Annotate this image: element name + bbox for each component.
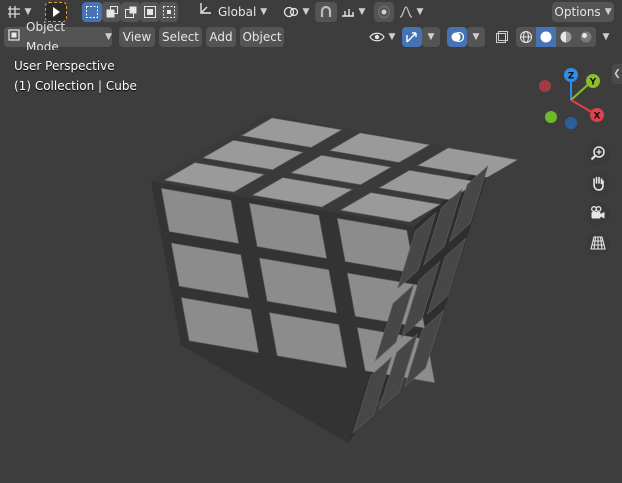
proportional-edit-button[interactable]: [374, 2, 394, 22]
select-mode-subtract-button[interactable]: [121, 2, 140, 22]
grid-icon: [7, 5, 21, 19]
rendered-icon: [579, 30, 593, 44]
xray-toggle-button[interactable]: [492, 27, 512, 47]
gizmo-dropdown[interactable]: ▼: [422, 27, 440, 47]
solid-icon: [539, 30, 553, 44]
chevron-down-icon: ▼: [604, 7, 612, 17]
gizmo-icon: [405, 30, 419, 44]
gizmo-toggle-button[interactable]: [402, 27, 422, 47]
chevron-down-icon: ▼: [302, 7, 310, 17]
snap-toggle-button[interactable]: [315, 2, 337, 22]
object-mode-dropdown[interactable]: Object Mode ▼: [4, 20, 112, 54]
menu-object-label: Object: [242, 30, 282, 44]
magnet-icon: [319, 5, 333, 19]
chevron-down-icon: ▼: [105, 32, 112, 42]
options-dropdown[interactable]: Options ▼: [552, 2, 614, 22]
chevron-down-icon: ▼: [602, 32, 610, 42]
menu-select[interactable]: Select: [159, 27, 202, 47]
chevron-down-icon: ▼: [388, 32, 396, 42]
menu-add-label: Add: [209, 30, 233, 44]
shading-dropdown[interactable]: ▼: [597, 27, 615, 47]
orientation-icon: [198, 2, 212, 22]
cube-object[interactable]: [0, 50, 622, 483]
chevron-down-icon: ▼: [416, 7, 424, 17]
select-mode-invert-button[interactable]: [140, 2, 159, 22]
select-mode-intersect-button[interactable]: [159, 2, 178, 22]
shading-material-button[interactable]: [556, 27, 576, 47]
transform-orientation-dropdown[interactable]: Global ▼: [194, 2, 274, 22]
options-label: Options: [554, 5, 601, 19]
select-box-invert-icon: [143, 5, 157, 19]
menu-view[interactable]: View: [119, 27, 155, 47]
menu-add[interactable]: Add: [206, 27, 236, 47]
material-icon: [559, 30, 573, 44]
overlay-dropdown[interactable]: ▼: [467, 27, 485, 47]
overlay-icon: [450, 30, 464, 44]
viewport-header: Object Mode ▼ View Select Add Object ▼ ▼…: [0, 20, 622, 54]
snap-target-dropdown[interactable]: ▼: [338, 2, 368, 22]
select-box-extend-icon: [105, 5, 119, 19]
menu-object[interactable]: Object: [240, 27, 284, 47]
3d-viewport[interactable]: User Perspective (1) Collection | Cube ❮…: [0, 50, 622, 483]
proportional-falloff-dropdown[interactable]: ▼: [396, 2, 426, 22]
chevron-down-icon: ▼: [358, 7, 366, 17]
xray-icon: [495, 30, 509, 44]
chevron-down-icon: ▼: [472, 32, 480, 42]
shading-solid-button[interactable]: [536, 27, 556, 47]
eye-icon: [368, 31, 385, 43]
chevron-down-icon: ▼: [427, 32, 435, 42]
shading-rendered-button[interactable]: [576, 27, 596, 47]
pivot-icon: [283, 5, 299, 19]
falloff-curve-icon: [399, 5, 413, 19]
snap-increment-icon: [341, 5, 355, 19]
overlay-toggle-button[interactable]: [447, 27, 467, 47]
object-mode-icon: [8, 27, 20, 47]
select-box-intersect-icon: [162, 5, 176, 19]
select-mode-extend-button[interactable]: [102, 2, 121, 22]
pivot-point-dropdown[interactable]: ▼: [282, 2, 310, 22]
menu-select-label: Select: [161, 30, 200, 44]
chevron-down-icon: ▼: [260, 7, 268, 17]
transform-orientation-label: Global: [218, 5, 257, 19]
shading-wireframe-button[interactable]: [516, 27, 536, 47]
visibility-dropdown[interactable]: ▼: [366, 27, 398, 47]
proportional-icon: [377, 5, 391, 19]
select-box-subtract-icon: [124, 5, 138, 19]
wireframe-icon: [519, 30, 533, 44]
menu-view-label: View: [122, 30, 152, 44]
